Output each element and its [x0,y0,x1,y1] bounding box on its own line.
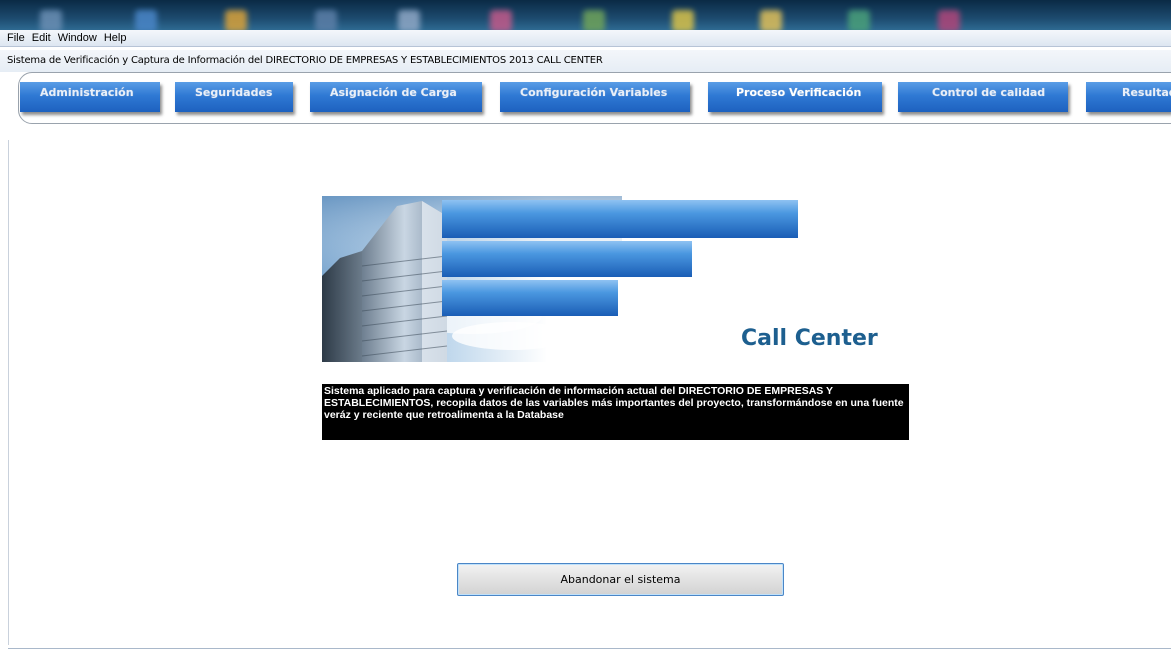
window-title: Sistema de Verificación y Captura de Inf… [0,50,1171,72]
os-taskbar [0,0,1171,30]
panel-bottom-border [8,648,1171,649]
tab-proceso-verificacion[interactable]: Proceso Verificación [708,82,882,112]
call-center-title: Call Center [741,326,878,351]
menu-file[interactable]: File [7,32,25,44]
taskbar-app-icon[interactable] [760,10,782,30]
taskbar-app-icon[interactable] [40,10,62,30]
taskbar-app-icon[interactable] [315,10,337,30]
tab-configuracion-variables[interactable]: Configuración Variables [500,82,690,112]
menu-bar: File Edit Window Help [0,30,1171,47]
system-description: Sistema aplicado para captura y verifica… [322,384,909,440]
taskbar-app-icon[interactable] [848,10,870,30]
taskbar-app-icon[interactable] [583,10,605,30]
tab-administracion[interactable]: Administración [20,82,160,112]
menu-help[interactable]: Help [104,32,127,44]
taskbar-app-icon[interactable] [672,10,694,30]
panel-left-border [8,140,9,645]
building-banner-image [322,196,798,362]
menu-window[interactable]: Window [58,32,97,44]
exit-system-button[interactable]: Abandonar el sistema [457,563,784,596]
taskbar-app-icon[interactable] [490,10,512,30]
taskbar-app-icon[interactable] [938,10,960,30]
tab-resultados[interactable]: Resultados [1086,82,1171,112]
taskbar-app-icon[interactable] [225,10,247,30]
tab-seguridades[interactable]: Seguridades [175,82,293,112]
tab-asignacion-carga[interactable]: Asignación de Carga [310,82,482,112]
menu-edit[interactable]: Edit [32,32,51,44]
taskbar-app-icon[interactable] [398,10,420,30]
taskbar-app-icon[interactable] [135,10,157,30]
tab-control-calidad[interactable]: Control de calidad [898,82,1068,112]
